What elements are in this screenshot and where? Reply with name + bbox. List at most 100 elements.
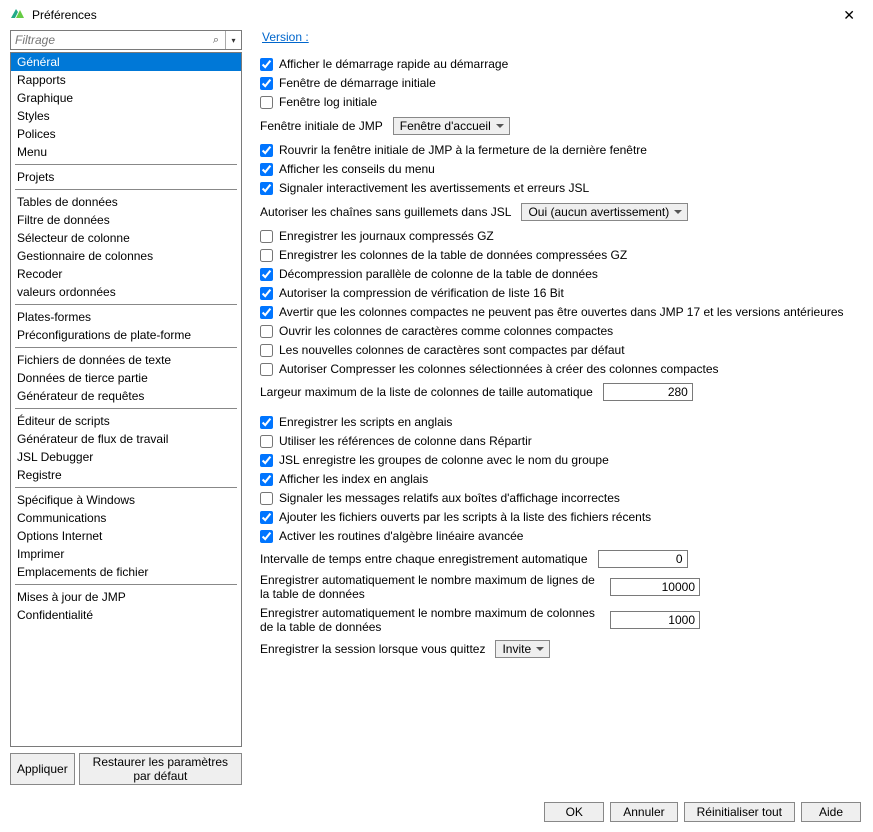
reset-all-button[interactable]: Réinitialiser tout: [684, 802, 795, 822]
category-item[interactable]: Éditeur de scripts: [11, 412, 241, 430]
new_char_compact-checkbox[interactable]: [260, 344, 273, 357]
category-item[interactable]: Générateur de flux de travail: [11, 430, 241, 448]
reopen_initial-checkbox[interactable]: [260, 144, 273, 157]
save-session-label: Enregistrer la session lorsque vous quit…: [260, 642, 485, 656]
filter-field[interactable]: ⌕ ▾: [10, 30, 242, 50]
filter-dropdown-icon[interactable]: ▾: [225, 31, 241, 49]
use_col_refs-label: Utiliser les références de colonne dans …: [279, 434, 532, 448]
report_jsl-label: Signaler interactivement les avertisseme…: [279, 181, 589, 195]
show_index_en-checkbox[interactable]: [260, 473, 273, 486]
unquoted-select[interactable]: Oui (aucun avertissement): [521, 203, 688, 221]
use_col_refs-checkbox[interactable]: [260, 435, 273, 448]
report_jsl-checkbox[interactable]: [260, 182, 273, 195]
cancel-button[interactable]: Annuler: [610, 802, 677, 822]
gz_cols-label: Enregistrer les colonnes de la table de …: [279, 248, 627, 262]
autosave-interval-label: Intervalle de temps entre chaque enregis…: [260, 552, 588, 566]
gz_cols-checkbox[interactable]: [260, 249, 273, 262]
category-item[interactable]: Styles: [11, 107, 241, 125]
reset-defaults-button[interactable]: Restaurer les paramètres par défaut: [79, 753, 242, 785]
filter-input[interactable]: [11, 31, 207, 49]
category-item[interactable]: Menu: [11, 143, 241, 161]
gz_log-label: Enregistrer les journaux compressés GZ: [279, 229, 494, 243]
initial_splash-checkbox[interactable]: [260, 77, 273, 90]
new_char_compact-label: Les nouvelles colonnes de caractères son…: [279, 343, 625, 357]
show_quickstart-label: Afficher le démarrage rapide au démarrag…: [279, 57, 508, 71]
autosave-cols-label: Enregistrer automatiquement le nombre ma…: [260, 606, 600, 634]
category-item[interactable]: Polices: [11, 125, 241, 143]
category-item[interactable]: Sélecteur de colonne: [11, 229, 241, 247]
initial-window-select[interactable]: Fenêtre d'accueil: [393, 117, 510, 135]
category-item[interactable]: Préconfigurations de plate-forme: [11, 326, 241, 344]
autosave-cols-input[interactable]: [610, 611, 700, 629]
report_bad_display-checkbox[interactable]: [260, 492, 273, 505]
show_menu_tips-label: Afficher les conseils du menu: [279, 162, 435, 176]
initial-window-label: Fenêtre initiale de JMP: [260, 119, 383, 133]
initial_log-checkbox[interactable]: [260, 96, 273, 109]
category-item[interactable]: JSL Debugger: [11, 448, 241, 466]
category-item[interactable]: Graphique: [11, 89, 241, 107]
max-col-width-input[interactable]: [603, 383, 693, 401]
category-item[interactable]: Recoder: [11, 265, 241, 283]
ok-button[interactable]: OK: [544, 802, 604, 822]
version-link[interactable]: Version :: [262, 30, 309, 44]
category-item[interactable]: Emplacements de fichier: [11, 563, 241, 581]
apply-button[interactable]: Appliquer: [10, 753, 75, 785]
category-item[interactable]: Confidentialité: [11, 606, 241, 624]
reopen_initial-label: Rouvrir la fenêtre initiale de JMP à la …: [279, 143, 647, 157]
category-separator: [15, 347, 237, 348]
show_menu_tips-checkbox[interactable]: [260, 163, 273, 176]
save_scripts_en-checkbox[interactable]: [260, 416, 273, 429]
window-title: Préférences: [32, 8, 835, 22]
category-item[interactable]: Options Internet: [11, 527, 241, 545]
add_script_files-label: Ajouter les fichiers ouverts par les scr…: [279, 510, 651, 524]
category-separator: [15, 304, 237, 305]
category-item[interactable]: Générateur de requêtes: [11, 387, 241, 405]
category-item[interactable]: Tables de données: [11, 193, 241, 211]
category-item[interactable]: Imprimer: [11, 545, 241, 563]
category-separator: [15, 487, 237, 488]
autosave-rows-input[interactable]: [610, 578, 700, 596]
close-icon[interactable]: ✕: [835, 7, 863, 24]
category-item[interactable]: Général: [11, 53, 241, 71]
warn_compact-label: Avertir que les colonnes compactes ne pe…: [279, 305, 844, 319]
category-item[interactable]: Registre: [11, 466, 241, 484]
help-button[interactable]: Aide: [801, 802, 861, 822]
category-separator: [15, 584, 237, 585]
category-item[interactable]: Rapports: [11, 71, 241, 89]
search-icon[interactable]: ⌕: [207, 31, 225, 49]
save_scripts_en-label: Enregistrer les scripts en anglais: [279, 415, 452, 429]
category-item[interactable]: Mises à jour de JMP: [11, 588, 241, 606]
unquoted-label: Autoriser les chaînes sans guillemets da…: [260, 205, 511, 219]
category-separator: [15, 408, 237, 409]
gz_log-checkbox[interactable]: [260, 230, 273, 243]
jsl_group_names-label: JSL enregistre les groupes de colonne av…: [279, 453, 609, 467]
parallel_decompress-label: Décompression parallèle de colonne de la…: [279, 267, 598, 281]
category-separator: [15, 189, 237, 190]
category-item[interactable]: Gestionnaire de colonnes: [11, 247, 241, 265]
open_char_compact-checkbox[interactable]: [260, 325, 273, 338]
initial_log-label: Fenêtre log initiale: [279, 95, 377, 109]
parallel_decompress-checkbox[interactable]: [260, 268, 273, 281]
enable_adv_linalg-checkbox[interactable]: [260, 530, 273, 543]
category-item[interactable]: Spécifique à Windows: [11, 491, 241, 509]
category-item[interactable]: Données de tierce partie: [11, 369, 241, 387]
report_bad_display-label: Signaler les messages relatifs aux boîte…: [279, 491, 620, 505]
show_quickstart-checkbox[interactable]: [260, 58, 273, 71]
category-item[interactable]: Filtre de données: [11, 211, 241, 229]
category-item[interactable]: Projets: [11, 168, 241, 186]
autosave-rows-label: Enregistrer automatiquement le nombre ma…: [260, 573, 600, 601]
category-item[interactable]: Communications: [11, 509, 241, 527]
save-session-select[interactable]: Invite: [495, 640, 550, 658]
category-item[interactable]: Plates-formes: [11, 308, 241, 326]
category-item[interactable]: valeurs ordonnées: [11, 283, 241, 301]
category-item[interactable]: Fichiers de données de texte: [11, 351, 241, 369]
list16_compress-checkbox[interactable]: [260, 287, 273, 300]
category-list[interactable]: GénéralRapportsGraphiqueStylesPolicesMen…: [10, 52, 242, 747]
allow_compress_sel-checkbox[interactable]: [260, 363, 273, 376]
jsl_group_names-checkbox[interactable]: [260, 454, 273, 467]
warn_compact-checkbox[interactable]: [260, 306, 273, 319]
list16_compress-label: Autoriser la compression de vérification…: [279, 286, 564, 300]
show_index_en-label: Afficher les index en anglais: [279, 472, 428, 486]
autosave-interval-input[interactable]: [598, 550, 688, 568]
add_script_files-checkbox[interactable]: [260, 511, 273, 524]
